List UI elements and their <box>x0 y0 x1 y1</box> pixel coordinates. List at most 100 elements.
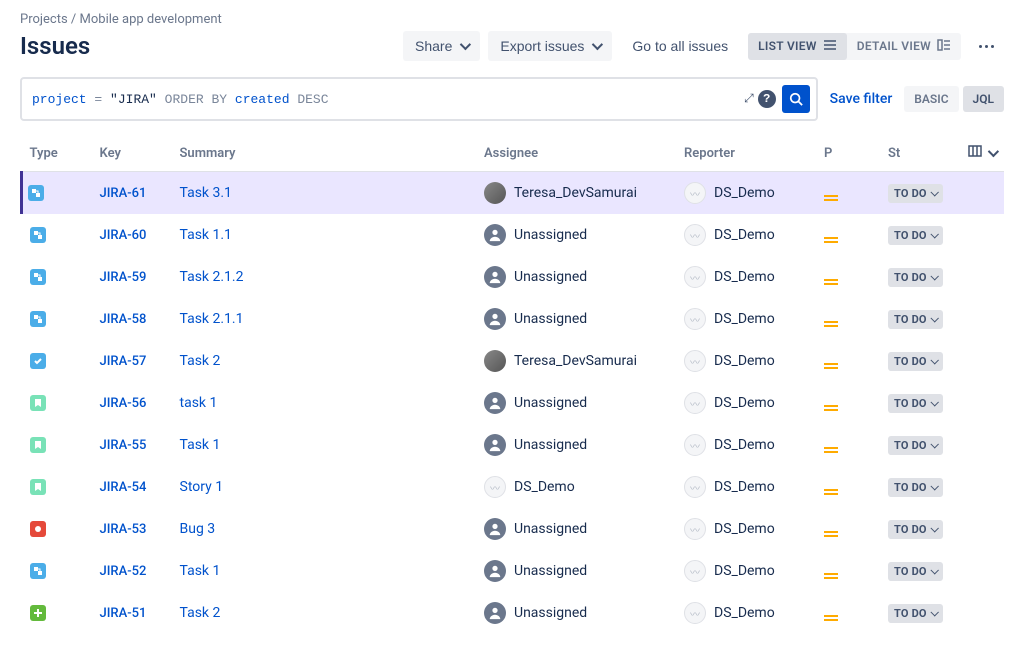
status-badge[interactable]: TO DO <box>888 310 943 329</box>
table-row[interactable]: JIRA-59 Task 2.1.2 Unassigned DS_Demo TO DO <box>22 256 1005 298</box>
list-view-button[interactable]: LIST VIEW <box>748 33 847 60</box>
priority-medium-icon <box>824 279 838 285</box>
page-title: Issues <box>20 32 90 60</box>
assignee-cell: DS_Demo <box>484 476 668 498</box>
reporter-name: DS_Demo <box>714 185 775 201</box>
detail-view-button[interactable]: DETAIL VIEW <box>847 33 961 60</box>
go-to-all-issues-button[interactable]: Go to all issues <box>620 31 740 61</box>
issue-key-link[interactable]: JIRA-57 <box>100 354 147 369</box>
col-header-type[interactable]: Type <box>22 135 92 172</box>
issue-key-link[interactable]: JIRA-53 <box>100 522 147 537</box>
breadcrumb-project[interactable]: Mobile app development <box>80 12 222 27</box>
issue-key-link[interactable]: JIRA-52 <box>100 564 147 579</box>
page-header: Issues Share Export issues Go to all iss… <box>20 31 1004 61</box>
assignee-cell: Unassigned <box>484 518 668 540</box>
dot-icon <box>985 45 988 48</box>
status-badge[interactable]: TO DO <box>888 604 943 623</box>
issue-summary-link[interactable]: Task 3.1 <box>180 185 232 201</box>
table-row[interactable]: JIRA-53 Bug 3 Unassigned DS_Demo TO DO <box>22 508 1005 550</box>
table-row[interactable]: JIRA-52Task 1UnassignedDS_DemoTO DO <box>22 550 1005 592</box>
assignee-cell: Unassigned <box>484 266 668 288</box>
jql-mode-button[interactable]: JQL <box>963 86 1004 112</box>
reporter-cell: DS_Demo <box>684 560 808 582</box>
search-submit-button[interactable] <box>782 85 810 113</box>
issue-summary-link[interactable]: Task 2.1.1 <box>180 311 244 327</box>
issue-summary-link[interactable]: Task 1 <box>180 437 221 453</box>
issue-key-link[interactable]: JIRA-56 <box>100 396 147 411</box>
table-row[interactable]: JIRA-60Task 1.1UnassignedDS_DemoTO DO <box>22 214 1005 256</box>
status-badge[interactable]: TO DO <box>888 478 943 497</box>
issue-key-link[interactable]: JIRA-59 <box>100 270 147 285</box>
priority-medium-icon <box>824 447 838 453</box>
status-badge[interactable]: TO DO <box>888 436 943 455</box>
table-row[interactable]: JIRA-61Task 3.1Teresa_DevSamuraiDS_DemoT… <box>22 172 1005 215</box>
table-row[interactable]: JIRA-54Story 1DS_DemoDS_DemoTO DO <box>22 466 1005 508</box>
breadcrumb-root[interactable]: Projects <box>20 12 68 27</box>
reporter-name: DS_Demo <box>714 521 775 537</box>
issue-summary-link[interactable]: Task 2 <box>180 605 221 621</box>
detail-view-icon <box>937 39 951 54</box>
priority-medium-icon <box>824 195 838 201</box>
status-badge[interactable]: TO DO <box>888 184 943 203</box>
issue-key-link[interactable]: JIRA-60 <box>100 228 147 243</box>
issue-summary-link[interactable]: task 1 <box>180 395 218 411</box>
col-header-key[interactable]: Key <box>92 135 172 172</box>
col-header-priority[interactable]: P <box>816 135 880 172</box>
jql-input[interactable]: project = "JIRA" ORDER BY created DESC ⤢… <box>20 77 818 121</box>
col-header-status[interactable]: St <box>880 135 960 172</box>
export-issues-button[interactable]: Export issues <box>488 31 612 61</box>
expand-icon[interactable]: ⤢ <box>744 92 752 106</box>
table-row[interactable]: JIRA-55Task 1UnassignedDS_DemoTO DO <box>22 424 1005 466</box>
chevron-down-icon <box>930 566 938 574</box>
save-filter-link[interactable]: Save filter <box>830 91 893 107</box>
chevron-down-icon <box>930 314 938 322</box>
table-row[interactable]: JIRA-58Task 2.1.1UnassignedDS_DemoTO DO <box>22 298 1005 340</box>
table-row[interactable]: JIRA-57Task 2Teresa_DevSamuraiDS_DemoTO … <box>22 340 1005 382</box>
assignee-cell: Unassigned <box>484 434 668 456</box>
help-icon[interactable]: ? <box>758 90 776 108</box>
assignee-name: Unassigned <box>514 227 587 243</box>
reporter-name: DS_Demo <box>714 563 775 579</box>
assignee-name: Unassigned <box>514 395 587 411</box>
issue-summary-link[interactable]: Task 1 <box>180 563 221 579</box>
status-badge[interactable]: TO DO <box>888 520 943 539</box>
status-badge[interactable]: TO DO <box>888 352 943 371</box>
table-row[interactable]: JIRA-56task 1UnassignedDS_DemoTO DO <box>22 382 1005 424</box>
avatar-unassigned-icon <box>484 560 506 582</box>
table-row[interactable]: JIRA-51Task 2UnassignedDS_DemoTO DO <box>22 592 1005 634</box>
issue-summary-link[interactable]: Story 1 <box>180 479 224 495</box>
issue-summary-link[interactable]: Task 2.1.2 <box>180 269 244 285</box>
basic-mode-button[interactable]: BASIC <box>904 86 958 112</box>
status-badge[interactable]: TO DO <box>888 562 943 581</box>
avatar-demo-icon <box>684 308 706 330</box>
reporter-name: DS_Demo <box>714 269 775 285</box>
issue-key-link[interactable]: JIRA-58 <box>100 312 147 327</box>
col-header-summary[interactable]: Summary <box>172 135 477 172</box>
avatar-unassigned-icon <box>484 308 506 330</box>
issue-summary-link[interactable]: Bug 3 <box>180 521 216 537</box>
reporter-cell: DS_Demo <box>684 266 808 288</box>
issue-key-link[interactable]: JIRA-54 <box>100 480 147 495</box>
columns-picker-button[interactable] <box>968 145 996 161</box>
jql-text: project = "JIRA" ORDER BY created DESC <box>32 92 736 107</box>
priority-medium-icon <box>824 615 838 621</box>
issue-key-link[interactable]: JIRA-55 <box>100 438 147 453</box>
status-badge[interactable]: TO DO <box>888 226 943 245</box>
status-badge[interactable]: TO DO <box>888 394 943 413</box>
avatar-demo-icon <box>684 434 706 456</box>
export-label: Export issues <box>500 38 584 54</box>
issue-summary-link[interactable]: Task 2 <box>180 353 221 369</box>
col-header-reporter[interactable]: Reporter <box>676 135 816 172</box>
issue-key-link[interactable]: JIRA-61 <box>100 186 147 201</box>
issue-key-link[interactable]: JIRA-51 <box>100 606 147 621</box>
more-actions-button[interactable] <box>969 37 1004 56</box>
assignee-cell: Unassigned <box>484 224 668 246</box>
avatar-demo-icon <box>684 182 706 204</box>
issue-summary-link[interactable]: Task 1.1 <box>180 227 232 243</box>
share-button[interactable]: Share <box>403 31 480 61</box>
reporter-cell: DS_Demo <box>684 350 808 372</box>
col-header-assignee[interactable]: Assignee <box>476 135 676 172</box>
status-badge[interactable]: TO DO <box>888 268 943 287</box>
reporter-cell: DS_Demo <box>684 518 808 540</box>
issue-type-icon <box>30 269 46 285</box>
